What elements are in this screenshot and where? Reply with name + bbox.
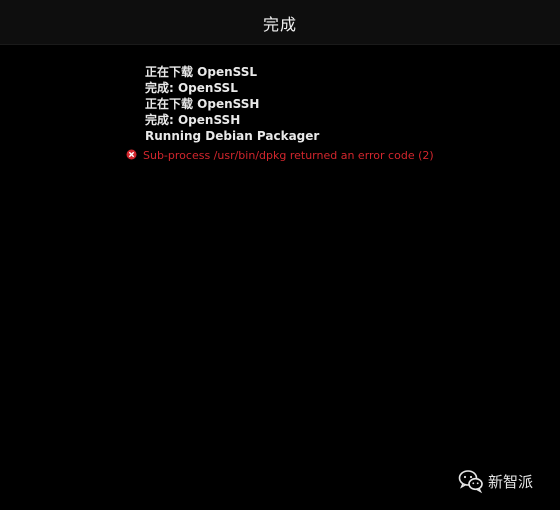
navigation-bar: 完成 — [0, 0, 560, 45]
error-x-icon — [126, 149, 137, 160]
log-line: 正在下载 OpenSSL — [145, 65, 258, 79]
log-line: Running Debian Packager — [145, 129, 320, 143]
watermark-text: 新智派 — [488, 473, 534, 491]
log-line: 完成: OpenSSH — [145, 113, 241, 127]
wechat-icon — [458, 470, 483, 494]
page-title: 完成 — [262, 15, 297, 34]
log-line: 正在下载 OpenSSH — [145, 97, 260, 111]
install-log: 正在下载 OpenSSL 完成: OpenSSL 正在下载 OpenSSH 完成… — [145, 64, 545, 144]
log-line: 完成: OpenSSL — [145, 81, 238, 95]
install-screen: 完成 正在下载 OpenSSL 完成: OpenSSL 正在下载 OpenSSH… — [0, 0, 560, 510]
error-text: Sub-process /usr/bin/dpkg returned an er… — [143, 149, 434, 162]
